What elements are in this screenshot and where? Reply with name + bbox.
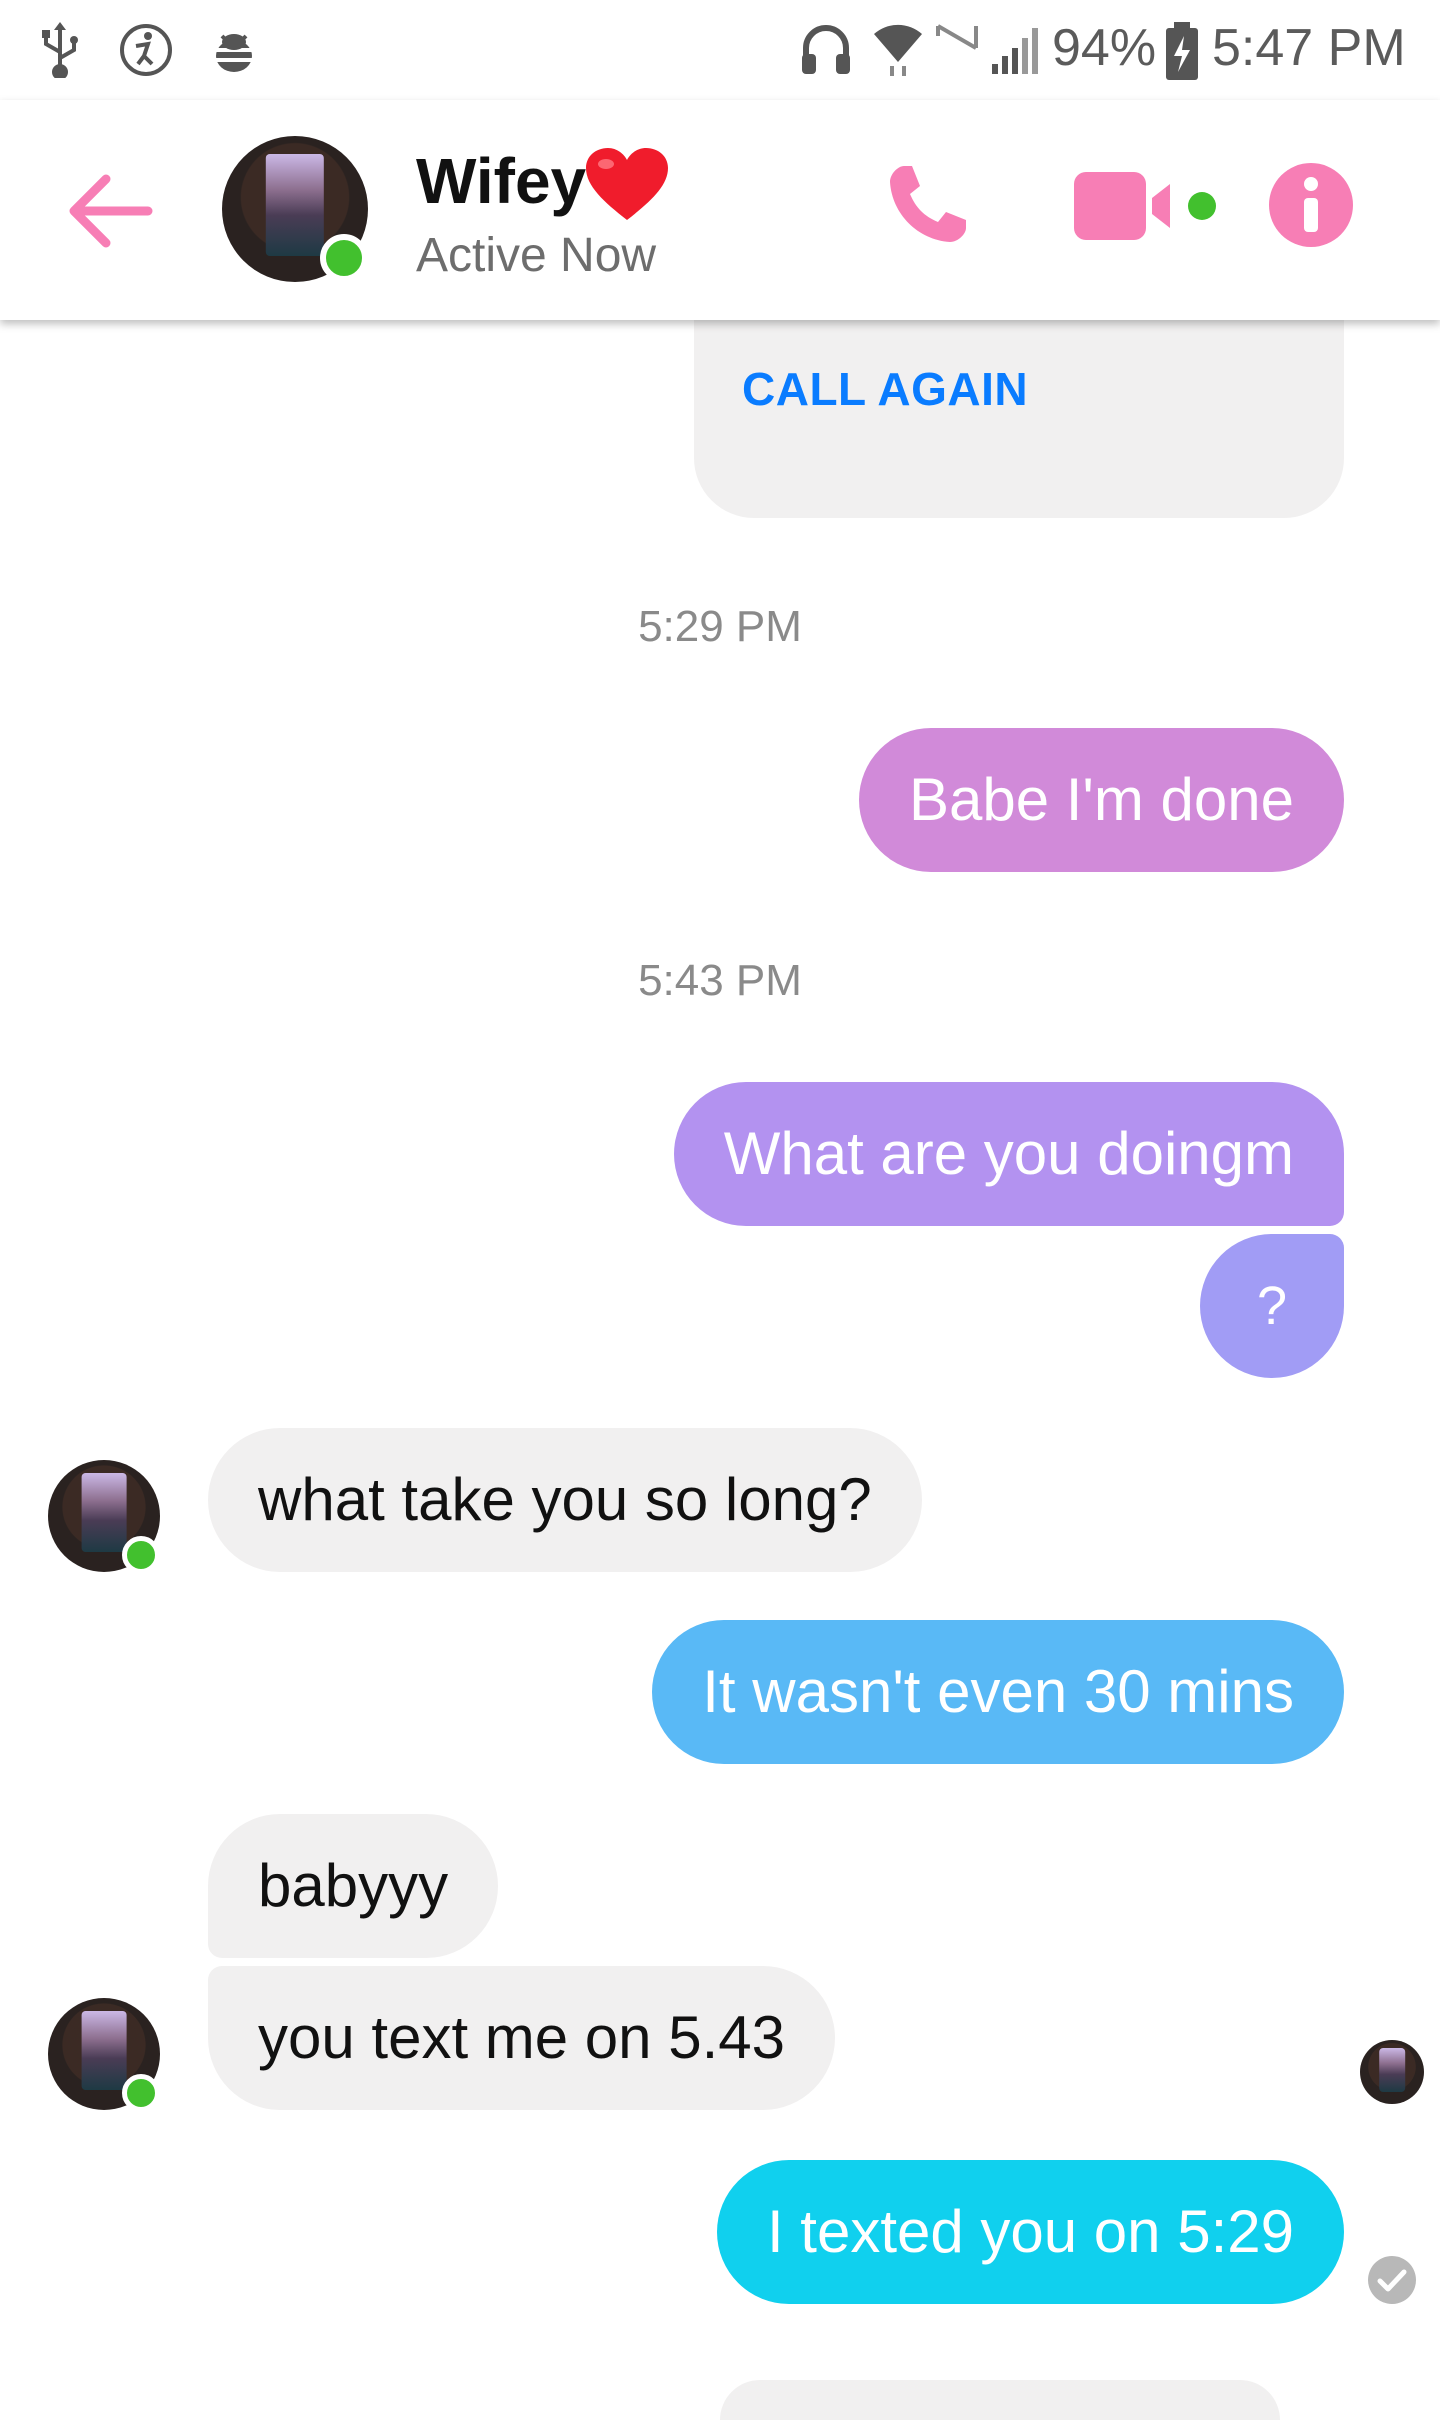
active-status: Active Now [416,229,657,282]
incoming-message[interactable]: babyyy [208,1814,499,1958]
outgoing-message[interactable]: What are you doingm [673,1082,1344,1226]
timestamp: 5:43 PM [638,956,802,1005]
usb-icon [42,22,78,78]
online-indicator [122,1536,160,1574]
incoming-message[interactable]: you text me on 5.43 [208,1966,835,2110]
status-time: 5:47 PM [1212,19,1406,77]
avatar-photo [81,2011,127,2090]
read-receipt-avatar [1360,2040,1424,2104]
android-debug-icon [214,34,254,72]
red-heart-icon [586,148,668,220]
video-call-icon[interactable] [1074,172,1222,242]
phone-call-icon[interactable] [882,160,972,250]
timestamp: 5:29 PM [638,602,802,651]
avatar-photo [265,153,325,256]
online-indicator [320,234,368,282]
wifi-icon [874,24,922,76]
accessibility-icon [120,24,172,76]
call-again-button[interactable]: CALL AGAIN [742,362,1028,416]
status-bar: 94% 5:47 PM [0,0,1440,100]
back-arrow-icon[interactable] [66,166,156,256]
outgoing-message[interactable]: Babe I'm done [858,728,1344,872]
contact-name[interactable]: Wifey [416,144,586,218]
battery-percent: 94% [1052,19,1157,77]
info-icon[interactable] [1268,162,1354,248]
incoming-message[interactable]: what take you so long? [208,1428,922,1572]
outgoing-message[interactable]: I texted you on 5:29 [716,2160,1344,2304]
outgoing-message[interactable]: ? [1200,1234,1344,1378]
next-message-edge [720,2380,1280,2420]
message-list[interactable]: CALL AGAIN 5:29 PM Babe I'm done 5:43 PM… [0,280,1440,2420]
outgoing-message[interactable]: It wasn't even 30 mins [652,1620,1344,1764]
headset-icon [802,25,850,74]
signal-icon [992,28,1038,74]
conversation-header: Wifey Active Now [0,100,1440,320]
avatar-photo [1379,2047,1405,2093]
delivered-check-icon [1368,2256,1416,2304]
battery-charging-icon [1166,22,1198,80]
online-indicator [122,2074,160,2112]
avatar-photo [81,1473,127,1552]
no-data-icon [936,24,978,50]
